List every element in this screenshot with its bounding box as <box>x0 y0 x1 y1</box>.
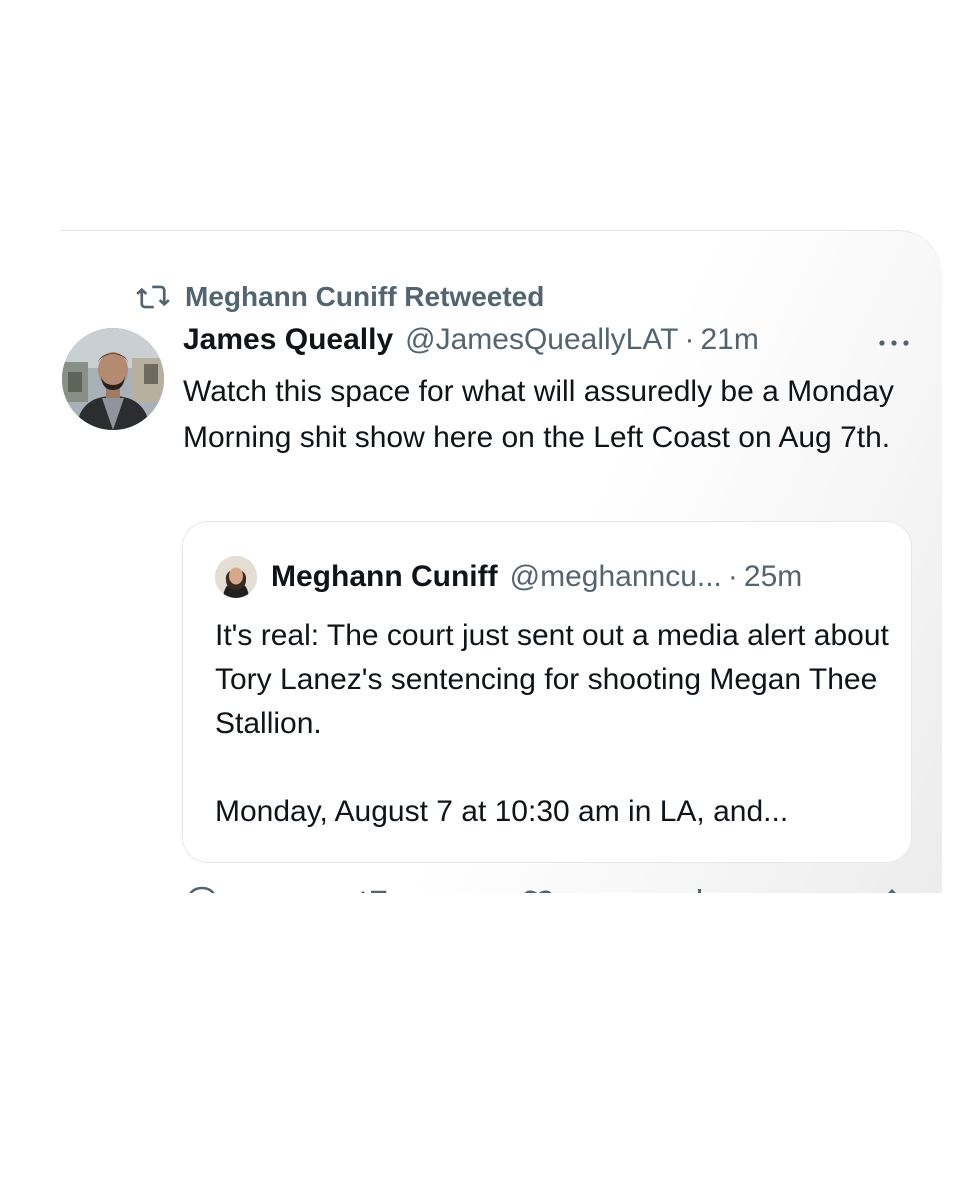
more-horizontal-icon[interactable] <box>876 329 912 353</box>
views-icon <box>698 889 701 893</box>
quoted-tweet-paragraph: It's real: The court just sent out a med… <box>215 619 889 740</box>
share-icon <box>888 889 896 893</box>
quoted-author-name[interactable]: Meghann Cuniff <box>271 560 498 594</box>
share-button[interactable] <box>876 883 908 893</box>
heart-icon <box>524 890 552 893</box>
tweet-action-bar <box>182 883 912 893</box>
author-handle[interactable]: @JamesQueallyLAT <box>405 323 678 357</box>
author-avatar[interactable] <box>62 328 164 430</box>
retweet-banner[interactable]: Meghann Cuniff Retweeted <box>135 279 544 315</box>
retweet-banner-text: Meghann Cuniff Retweeted <box>185 281 545 312</box>
quoted-tweet-text: It's real: The court just sent out a med… <box>215 614 895 834</box>
retweet-button[interactable] <box>354 883 394 893</box>
quoted-author-avatar[interactable] <box>215 556 257 598</box>
tweet-header: James Queally @JamesQueallyLAT · 21m <box>183 323 759 363</box>
screenshot-canvas: Meghann Cuniff Retweeted James Queally @… <box>0 0 975 1200</box>
quoted-author-handle[interactable]: @meghanncu... <box>510 560 722 594</box>
views-button[interactable] <box>692 883 792 893</box>
quoted-tweet-timestamp[interactable]: 25m <box>744 560 802 594</box>
tweet-card[interactable]: Meghann Cuniff Retweeted James Queally @… <box>60 230 942 893</box>
retweet-icon <box>361 890 387 893</box>
like-button[interactable] <box>520 883 556 893</box>
reply-icon <box>189 886 215 893</box>
author-avatar-image <box>62 328 164 430</box>
separator-dot: · <box>727 560 738 593</box>
quoted-author-avatar-image <box>215 556 257 598</box>
retweet-icon <box>136 285 170 309</box>
author-name[interactable]: James Queally <box>183 323 393 357</box>
tweet-text: Watch this space for what will assuredly… <box>183 375 894 454</box>
reply-button[interactable] <box>186 883 218 893</box>
tweet-timestamp[interactable]: 21m <box>700 323 758 357</box>
quoted-tweet-paragraph: Monday, August 7 at 10:30 am in LA, and.… <box>215 795 789 828</box>
separator-dot: · <box>684 323 695 356</box>
quoted-tweet-header: Meghann Cuniff @meghanncu... · 25m <box>215 556 802 598</box>
quoted-tweet-card[interactable]: Meghann Cuniff @meghanncu... · 25m It's … <box>182 521 912 863</box>
